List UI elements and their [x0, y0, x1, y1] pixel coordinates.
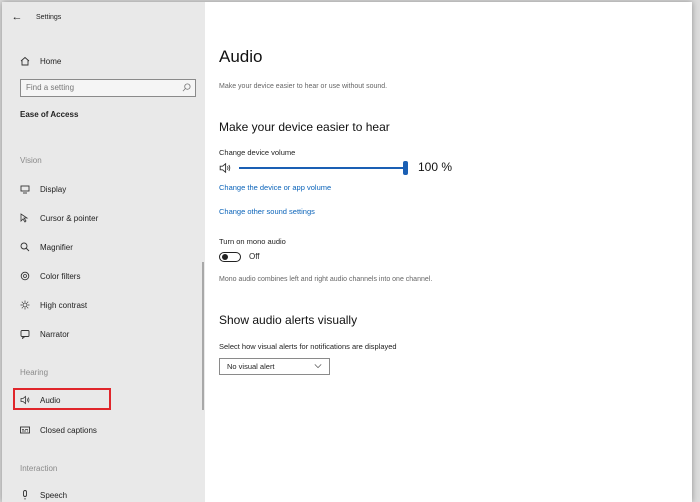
- window-title: Settings: [36, 13, 62, 21]
- back-button[interactable]: ←: [2, 11, 32, 23]
- link-sound-settings[interactable]: Change other sound settings: [219, 207, 315, 216]
- sidebar-item-home[interactable]: Home: [2, 54, 205, 68]
- sidebar-item-high-contrast[interactable]: High contrast: [2, 298, 205, 312]
- mono-audio-toggle[interactable]: [219, 252, 241, 262]
- sidebar-item-narrator[interactable]: Narrator: [2, 327, 205, 341]
- color-filter-icon: [19, 271, 31, 281]
- sidebar-item-label: Speech: [40, 490, 68, 500]
- title-bar: ← Settings: [2, 2, 205, 32]
- link-app-volume[interactable]: Change the device or app volume: [219, 183, 331, 192]
- sidebar-item-magnifier[interactable]: Magnifier: [2, 240, 205, 254]
- page-subtitle: Make your device easier to hear or use w…: [219, 83, 388, 90]
- settings-window: ← Settings Home Find a setting Ease of A…: [2, 2, 692, 502]
- speaker-icon: [219, 162, 231, 174]
- sidebar-item-label: Narrator: [40, 329, 70, 339]
- selection-highlight: [13, 388, 111, 410]
- microphone-icon: [19, 490, 31, 500]
- page-title: Audio: [219, 47, 263, 66]
- sidebar-item-label: Cursor & pointer: [40, 213, 99, 223]
- narrator-icon: [19, 329, 31, 339]
- search-input[interactable]: Find a setting: [20, 79, 196, 97]
- sidebar-item-cursor-pointer[interactable]: Cursor & pointer: [2, 211, 205, 225]
- chevron-down-icon: [314, 364, 322, 369]
- mono-audio-label: Turn on mono audio: [219, 237, 286, 246]
- sidebar: ← Settings Home Find a setting Ease of A…: [2, 2, 205, 502]
- sidebar-scrollbar[interactable]: [202, 262, 204, 410]
- cursor-icon: [19, 213, 31, 223]
- volume-track[interactable]: [239, 167, 403, 169]
- vision-section-header: Vision: [20, 156, 42, 165]
- high-contrast-icon: [19, 300, 31, 310]
- sidebar-item-label: Magnifier: [40, 242, 73, 252]
- sidebar-item-closed-captions[interactable]: Closed captions: [2, 423, 205, 437]
- sidebar-item-color-filters[interactable]: Color filters: [2, 269, 205, 283]
- section-heading-alerts: Show audio alerts visually: [219, 313, 358, 327]
- sidebar-item-label: Color filters: [40, 271, 81, 281]
- closed-captions-icon: [19, 425, 31, 435]
- main-content: Audio Make your device easier to hear or…: [205, 2, 692, 502]
- section-heading-hear: Make your device easier to hear: [219, 120, 390, 134]
- sidebar-item-label: High contrast: [40, 300, 88, 310]
- sidebar-item-display[interactable]: Display: [2, 182, 205, 196]
- sidebar-item-speech[interactable]: Speech: [2, 489, 205, 501]
- alerts-label: Select how visual alerts for notificatio…: [219, 342, 397, 351]
- visual-alert-dropdown[interactable]: No visual alert: [219, 358, 330, 375]
- magnifier-icon: [19, 242, 31, 252]
- interaction-section-header: Interaction: [20, 464, 58, 473]
- sidebar-item-label: Home: [40, 56, 62, 66]
- sidebar-item-label: Display: [40, 184, 67, 194]
- display-icon: [19, 184, 31, 194]
- toggle-knob: [222, 254, 228, 260]
- volume-slider[interactable]: 100 %: [219, 160, 479, 175]
- search-placeholder: Find a setting: [26, 83, 75, 92]
- hearing-section-header: Hearing: [20, 368, 49, 377]
- volume-value: 100 %: [418, 160, 453, 174]
- volume-thumb[interactable]: [403, 161, 408, 175]
- mono-audio-state: Off: [249, 252, 260, 261]
- category-heading: Ease of Access: [20, 110, 79, 119]
- sidebar-item-label: Closed captions: [40, 425, 97, 435]
- mono-audio-description: Mono audio combines left and right audio…: [219, 276, 433, 283]
- home-icon: [19, 56, 31, 66]
- search-icon: [182, 83, 191, 92]
- dropdown-value: No visual alert: [227, 362, 275, 371]
- volume-label: Change device volume: [219, 148, 296, 157]
